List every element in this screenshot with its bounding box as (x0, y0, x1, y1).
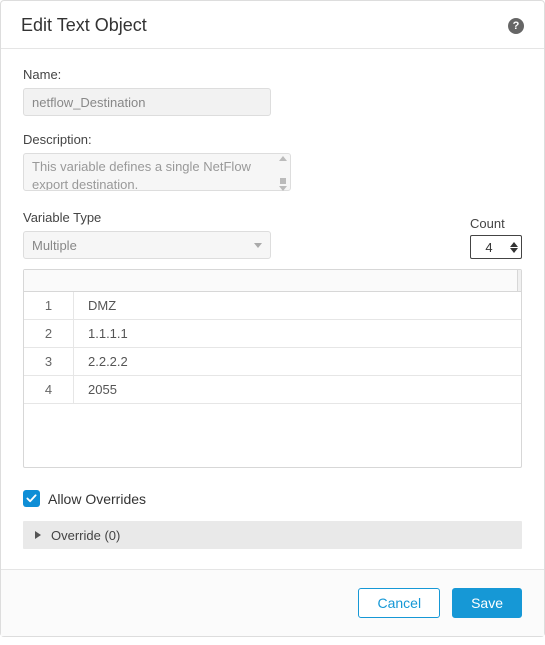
caret-right-icon (35, 531, 41, 539)
override-accordion[interactable]: Override (0) (23, 521, 522, 549)
save-button[interactable]: Save (452, 588, 522, 618)
chevron-down-icon (254, 243, 262, 248)
row-index: 4 (24, 376, 74, 403)
textarea-scrollbar[interactable] (278, 156, 288, 191)
name-label: Name: (23, 67, 522, 82)
edit-text-object-dialog: Edit Text Object ? Name: Description: Th… (0, 0, 545, 637)
count-label: Count (470, 216, 522, 231)
description-textarea[interactable]: This variable defines a single NetFlow e… (23, 153, 291, 191)
scroll-up-icon[interactable] (279, 156, 287, 161)
row-value: 1.1.1.1 (74, 326, 128, 341)
row-index: 2 (24, 320, 74, 347)
scroll-thumb[interactable] (280, 178, 286, 184)
count-stepper[interactable]: 4 (470, 235, 522, 259)
variable-type-row: Variable Type Multiple Count 4 (23, 210, 522, 259)
allow-overrides-row: Allow Overrides (23, 490, 522, 507)
table-header (24, 270, 521, 292)
row-value: 2.2.2.2 (74, 354, 128, 369)
variable-type-label: Variable Type (23, 210, 271, 225)
step-up-icon[interactable] (510, 242, 518, 247)
row-value: DMZ (74, 298, 116, 313)
column-resize-handle[interactable] (517, 270, 521, 291)
dialog-header: Edit Text Object ? (1, 1, 544, 49)
count-field-group: Count 4 (470, 216, 522, 259)
variable-type-field-group: Variable Type Multiple (23, 210, 271, 259)
table-row[interactable]: 32.2.2.2 (24, 348, 521, 376)
allow-overrides-checkbox[interactable] (23, 490, 40, 507)
table-row[interactable]: 21.1.1.1 (24, 320, 521, 348)
name-field-group: Name: (23, 67, 522, 116)
dialog-footer: Cancel Save (1, 569, 544, 636)
scroll-down-icon[interactable] (279, 186, 287, 191)
count-value: 4 (471, 240, 507, 255)
help-icon[interactable]: ? (508, 18, 524, 34)
values-table: 1DMZ21.1.1.132.2.2.242055 (23, 269, 522, 468)
dialog-title: Edit Text Object (21, 15, 147, 36)
table-body: 1DMZ21.1.1.132.2.2.242055 (24, 292, 521, 467)
cancel-button[interactable]: Cancel (358, 588, 440, 618)
variable-type-value: Multiple (32, 238, 77, 253)
override-accordion-label: Override (0) (51, 528, 120, 543)
check-icon (26, 493, 37, 504)
name-input[interactable] (23, 88, 271, 116)
variable-type-select[interactable]: Multiple (23, 231, 271, 259)
table-row[interactable]: 1DMZ (24, 292, 521, 320)
row-index: 3 (24, 348, 74, 375)
allow-overrides-label: Allow Overrides (48, 491, 146, 507)
row-value: 2055 (74, 382, 117, 397)
dialog-body: Name: Description: This variable defines… (1, 49, 544, 569)
row-index: 1 (24, 292, 74, 319)
step-down-icon[interactable] (510, 248, 518, 253)
description-label: Description: (23, 132, 522, 147)
table-row[interactable]: 42055 (24, 376, 521, 404)
description-field-group: Description: This variable defines a sin… (23, 132, 522, 194)
